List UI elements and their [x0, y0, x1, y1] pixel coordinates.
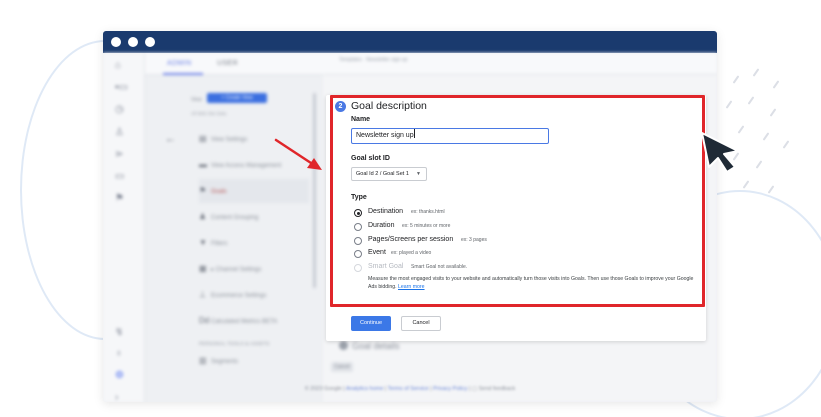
red-arrow-icon [274, 138, 322, 170]
mouse-cursor-icon [701, 132, 739, 173]
screenshot-page: ⌂ ▪▭ ◷ ♙ ⋗ ▭ ⚑ ↯ ♁ ⚙ › ADMIN USER View +… [0, 0, 821, 417]
annotation-overlay [274, 132, 739, 173]
